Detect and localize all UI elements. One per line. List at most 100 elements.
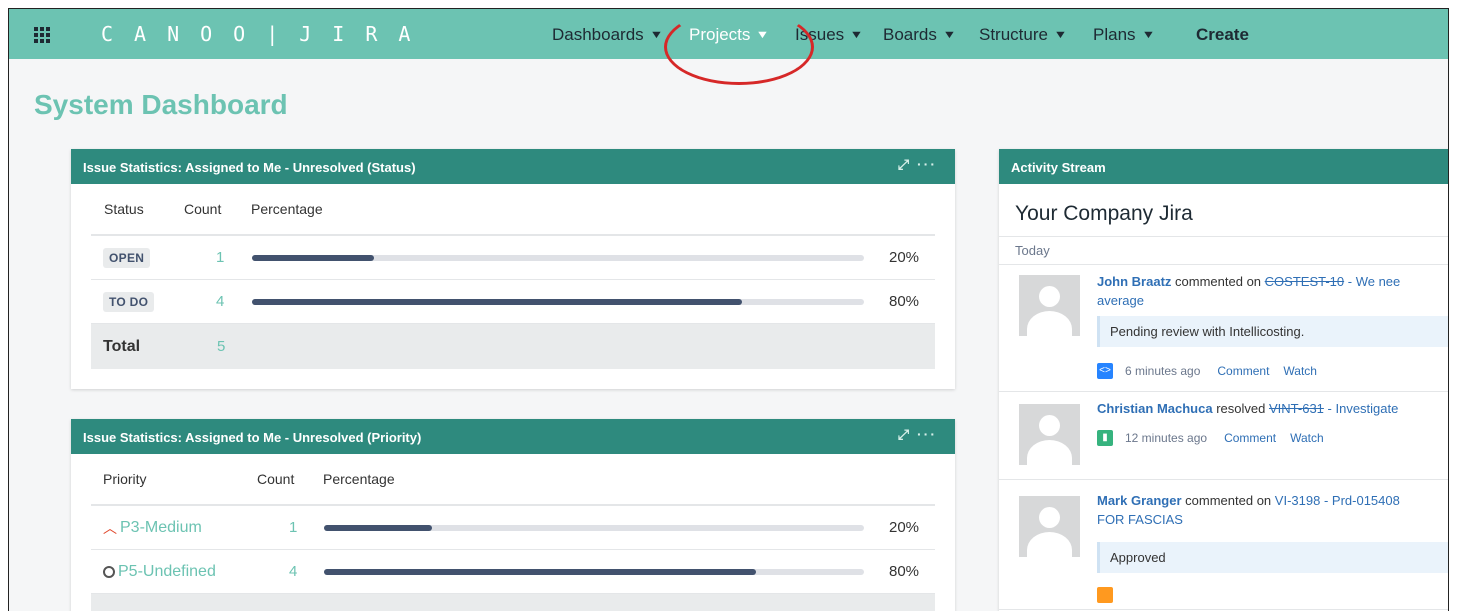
total-count-link[interactable]: 5 bbox=[217, 338, 225, 355]
percentage-value: 80% bbox=[889, 293, 920, 310]
nav-boards[interactable]: Boards ▼ bbox=[883, 25, 957, 45]
watch-link[interactable]: Watch bbox=[1290, 431, 1324, 445]
percentage-bar-fill bbox=[252, 255, 375, 261]
issue-link[interactable]: VI-3198 bbox=[1275, 493, 1321, 508]
chevron-down-icon: ▼ bbox=[1053, 29, 1068, 41]
column-header-status: Status bbox=[104, 201, 144, 217]
percentage-bar-fill bbox=[252, 299, 742, 305]
create-button[interactable]: Create bbox=[1196, 25, 1249, 45]
chevron-down-icon: ▼ bbox=[849, 29, 864, 41]
percentage-bar bbox=[252, 255, 864, 261]
column-header-priority: Priority bbox=[103, 471, 147, 487]
count-link[interactable]: 1 bbox=[289, 519, 297, 536]
activity-entry: Mark Granger commented on VI-3198 - Prd-… bbox=[999, 480, 1448, 610]
timestamp: 6 minutes ago bbox=[1125, 364, 1201, 378]
activity-meta: ▮ 12 minutes ago Comment Watch bbox=[1097, 430, 1324, 446]
activity-entry: John Braatz commented on COSTEST-10 - We… bbox=[999, 265, 1448, 392]
activity-action: resolved bbox=[1216, 401, 1266, 416]
activity-action: commented on bbox=[1175, 274, 1262, 289]
top-navigation: CANOO|JIRA Dashboards ▼ Projects ▼ Issues ▼… bbox=[9, 9, 1448, 59]
status-badge[interactable]: TO DO bbox=[103, 291, 155, 312]
issue-type-icon bbox=[1097, 587, 1113, 603]
gadget-header: Issue Statistics: Assigned to Me - Unres… bbox=[71, 149, 955, 184]
chevron-down-icon: ▼ bbox=[942, 29, 957, 41]
column-header-count: Count bbox=[184, 201, 222, 217]
comment-link[interactable]: Comment bbox=[1217, 364, 1269, 378]
priority-undefined-icon bbox=[103, 565, 115, 578]
activity-meta: <> 6 minutes ago Comment Watch bbox=[1097, 363, 1317, 379]
column-header-count: Count bbox=[257, 471, 295, 487]
count-link[interactable]: 1 bbox=[216, 249, 224, 266]
activity-entry-text: John Braatz commented on COSTEST-10 - We… bbox=[1097, 272, 1400, 310]
gadget-title: Issue Statistics: Assigned to Me - Unres… bbox=[83, 430, 422, 445]
nav-projects[interactable]: Projects ▼ bbox=[689, 25, 770, 45]
canoo-jira-logo[interactable]: CANOO|JIRA bbox=[101, 22, 431, 46]
column-header-percentage: Percentage bbox=[251, 201, 323, 217]
total-row: Total 5 bbox=[91, 324, 935, 369]
user-link[interactable]: Mark Granger bbox=[1097, 493, 1182, 508]
issue-statistics-priority-gadget: Issue Statistics: Assigned to Me - Unres… bbox=[71, 419, 955, 611]
table-row: OPEN 1 20% bbox=[91, 236, 935, 280]
avatar[interactable] bbox=[1019, 275, 1080, 336]
avatar[interactable] bbox=[1019, 404, 1080, 465]
comment-link[interactable]: Comment bbox=[1224, 431, 1276, 445]
gadget-header: Issue Statistics: Assigned to Me - Unres… bbox=[71, 419, 955, 454]
percentage-bar bbox=[324, 569, 864, 575]
priority-link[interactable]: P5-Undefined bbox=[103, 563, 216, 581]
issue-summary-link[interactable]: average bbox=[1097, 293, 1144, 308]
app-switcher-grid-icon[interactable] bbox=[34, 27, 52, 43]
browser-viewport: CANOO|JIRA Dashboards ▼ Projects ▼ Issues ▼… bbox=[8, 8, 1449, 611]
stat-table: Status Count Percentage OPEN 1 20% TO DO… bbox=[91, 184, 935, 369]
user-link[interactable]: Christian Machuca bbox=[1097, 401, 1213, 416]
percentage-bar-fill bbox=[324, 525, 432, 531]
avatar[interactable] bbox=[1019, 496, 1080, 557]
issue-summary-link[interactable]: FOR FASCIAS bbox=[1097, 512, 1183, 527]
comment-body: Approved bbox=[1097, 542, 1448, 573]
nav-structure[interactable]: Structure ▼ bbox=[979, 25, 1068, 45]
issue-summary-link[interactable]: - Investigate bbox=[1328, 401, 1399, 416]
gadget-title: Issue Statistics: Assigned to Me - Unres… bbox=[83, 160, 416, 175]
comment-body: Pending review with Intellicosting. bbox=[1097, 316, 1448, 347]
percentage-value: 20% bbox=[889, 249, 920, 266]
chevron-down-icon: ▼ bbox=[1140, 29, 1156, 41]
column-header-percentage: Percentage bbox=[323, 471, 395, 487]
percentage-bar bbox=[252, 299, 864, 305]
status-badge[interactable]: OPEN bbox=[103, 247, 151, 268]
count-link[interactable]: 4 bbox=[216, 293, 224, 310]
chevron-down-icon: ▼ bbox=[649, 29, 664, 41]
stat-table-header: Status Count Percentage bbox=[91, 184, 935, 236]
issue-type-icon: <> bbox=[1097, 363, 1113, 379]
watch-link[interactable]: Watch bbox=[1283, 364, 1317, 378]
nav-plans[interactable]: Plans ▼ bbox=[1093, 25, 1156, 45]
total-row bbox=[91, 594, 935, 611]
total-label: Total bbox=[103, 337, 141, 355]
activity-entry-text: Christian Machuca resolved VINT-631 - In… bbox=[1097, 399, 1398, 418]
activity-date-group: Today bbox=[999, 236, 1448, 265]
issue-link[interactable]: COSTEST-10 bbox=[1265, 274, 1344, 289]
chevron-down-icon: ▼ bbox=[755, 29, 770, 41]
user-link[interactable]: John Braatz bbox=[1097, 274, 1171, 289]
table-row: ︿ P3-Medium 1 20% bbox=[91, 506, 935, 550]
gadget-header: Activity Stream bbox=[999, 149, 1448, 184]
count-link[interactable]: 4 bbox=[289, 563, 297, 580]
stat-table: Priority Count Percentage ︿ P3-Medium 1 2… bbox=[91, 454, 935, 611]
priority-link[interactable]: ︿ P3-Medium bbox=[103, 518, 202, 538]
nav-issues[interactable]: Issues ▼ bbox=[795, 25, 864, 45]
gadget-tools-icon[interactable]: ⤢ ··· bbox=[898, 156, 937, 173]
timestamp: 12 minutes ago bbox=[1125, 431, 1208, 445]
priority-medium-icon: ︿ bbox=[103, 519, 117, 536]
nav-dashboards[interactable]: Dashboards ▼ bbox=[552, 25, 664, 45]
percentage-bar-fill bbox=[324, 569, 756, 575]
percentage-value: 20% bbox=[889, 519, 920, 536]
issue-link[interactable]: VINT-631 bbox=[1269, 401, 1324, 416]
percentage-value: 80% bbox=[889, 563, 920, 580]
gadget-title: Activity Stream bbox=[1011, 160, 1106, 175]
gadget-tools-icon[interactable]: ⤢ ··· bbox=[898, 426, 937, 443]
issue-summary-link[interactable]: - Prd-015408 bbox=[1324, 493, 1400, 508]
activity-stream-title: Your Company Jira bbox=[1015, 202, 1193, 225]
page-title: System Dashboard bbox=[34, 89, 288, 120]
activity-meta bbox=[1097, 587, 1125, 603]
activity-stream-gadget: Activity Stream Your Company Jira Today … bbox=[999, 149, 1448, 611]
issue-summary-link[interactable]: - We nee bbox=[1348, 274, 1401, 289]
activity-entry-text: Mark Granger commented on VI-3198 - Prd-… bbox=[1097, 491, 1400, 529]
